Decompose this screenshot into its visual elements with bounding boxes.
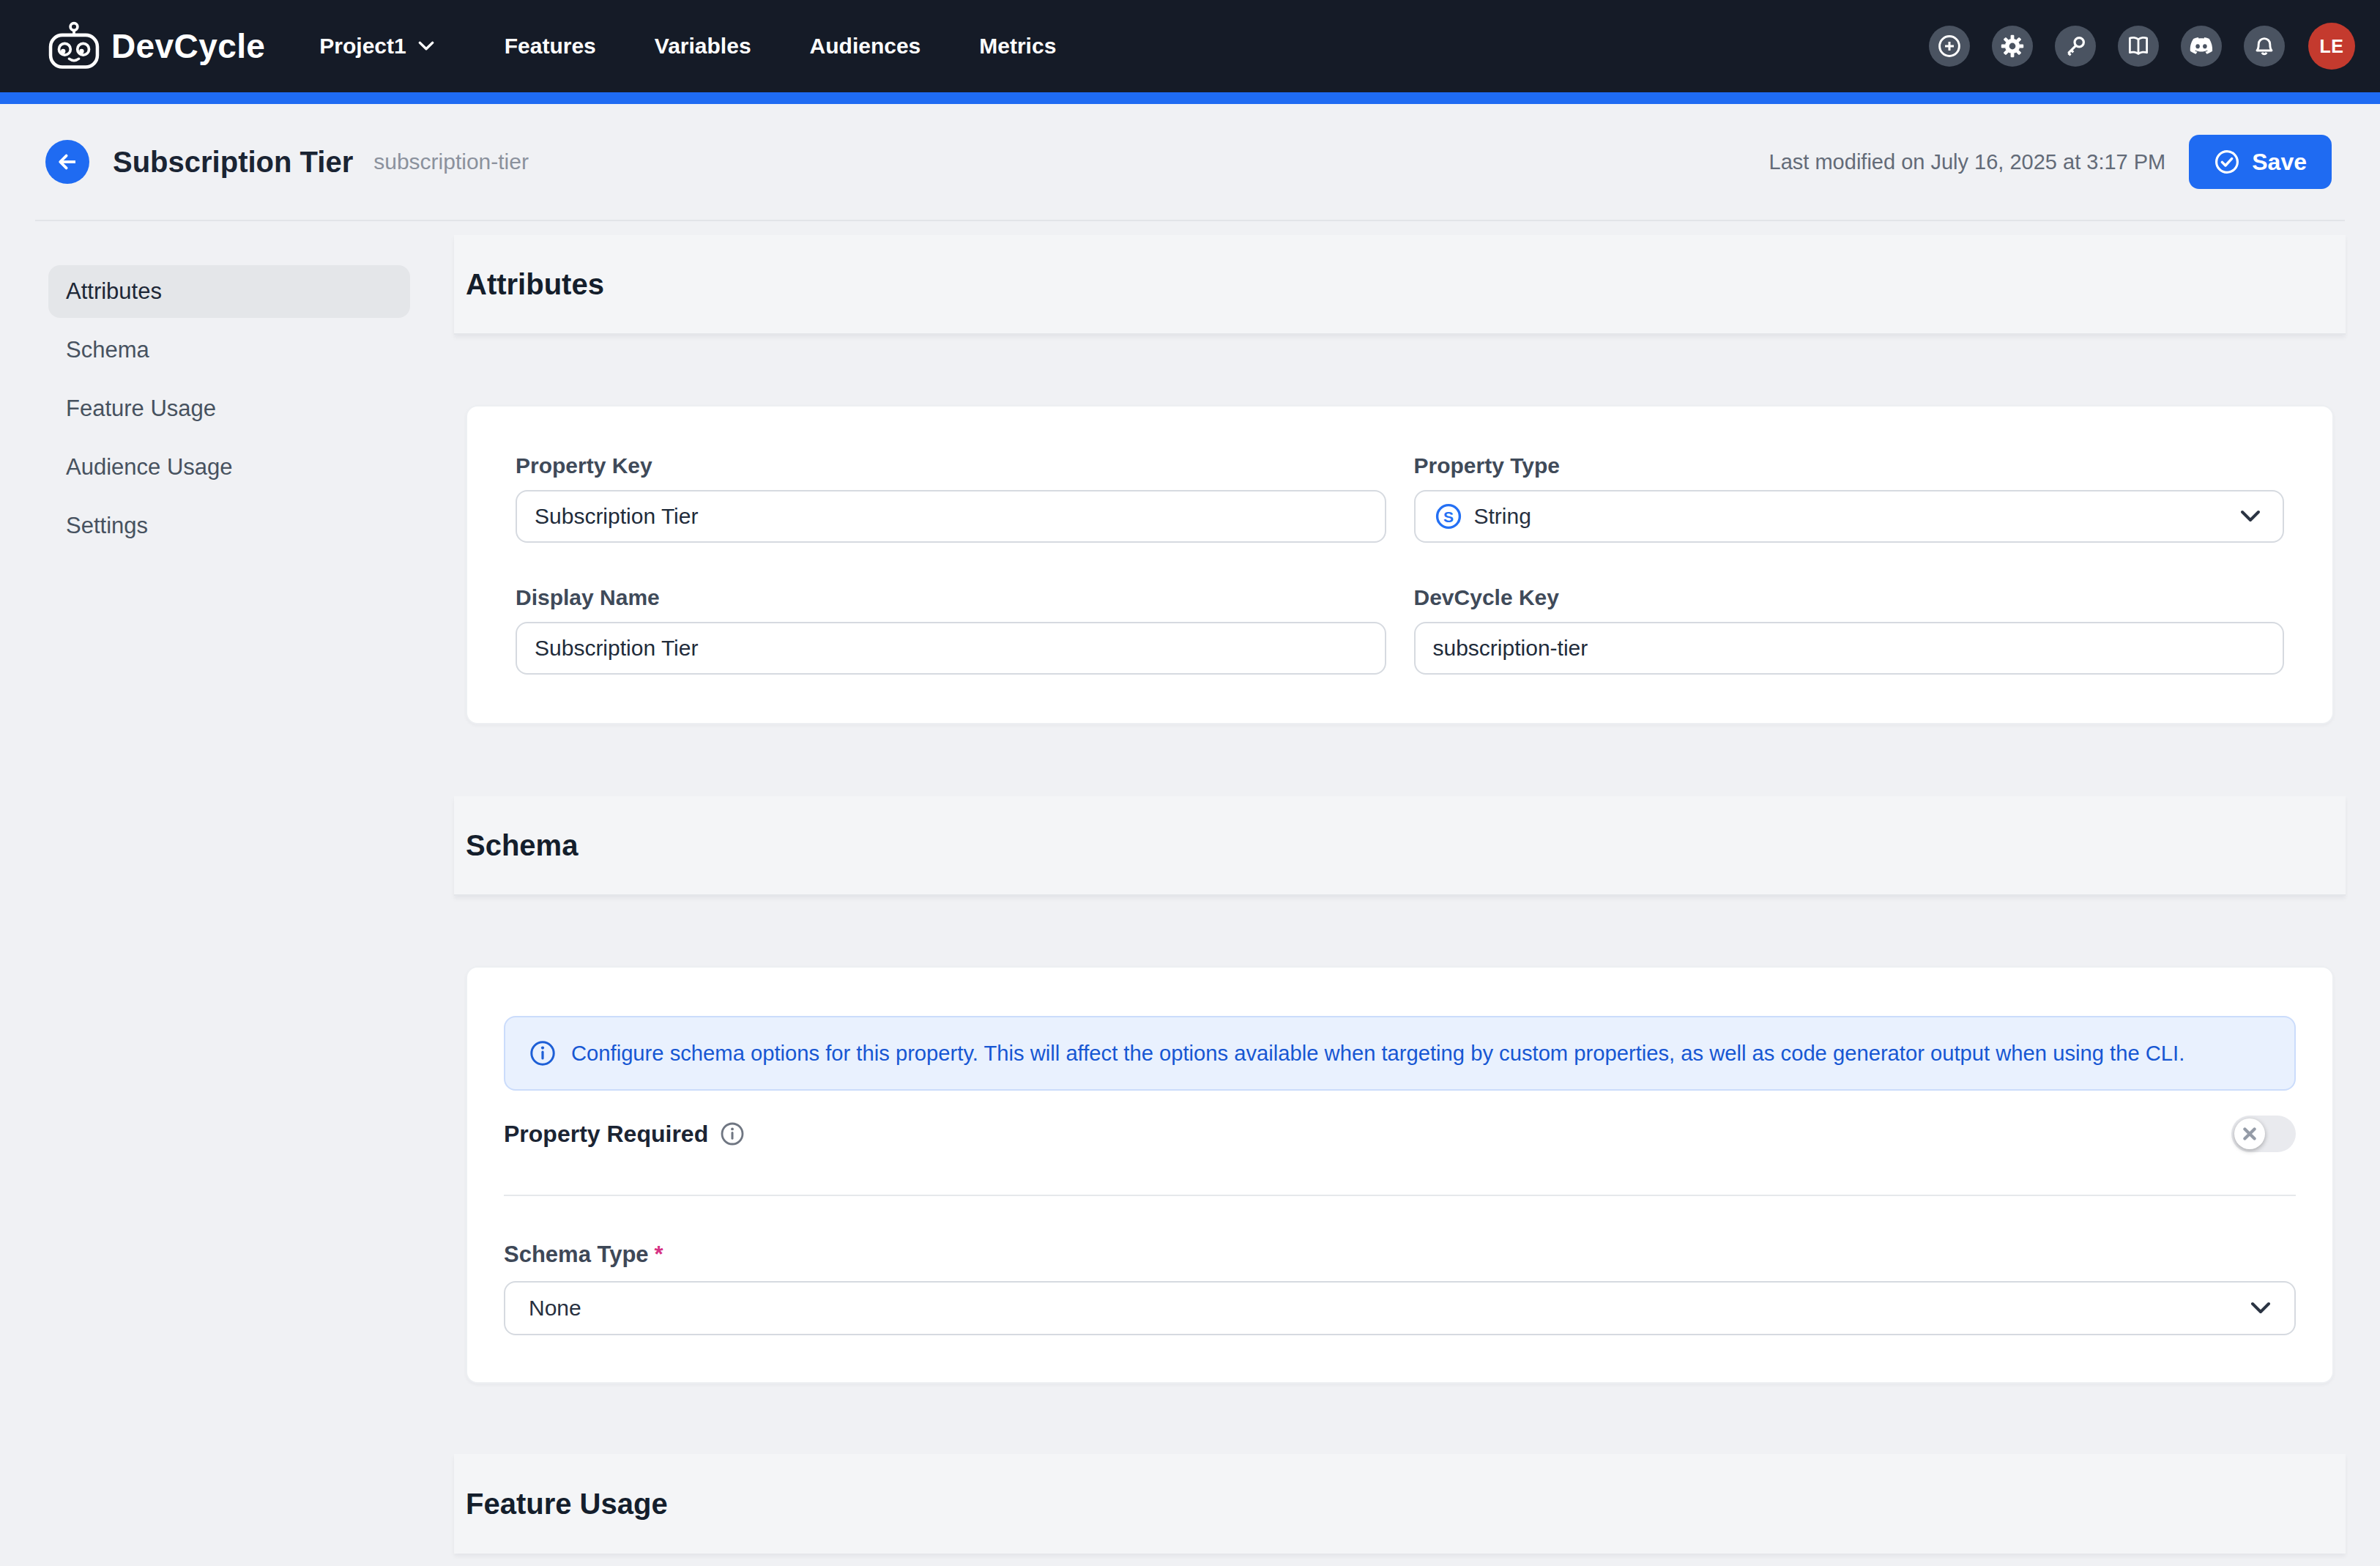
property-type-label: Property Type <box>1414 453 2285 478</box>
navbar-actions: LE <box>1907 23 2355 70</box>
schema-type-value: None <box>529 1296 581 1321</box>
schema-type-select[interactable]: None <box>504 1281 2296 1335</box>
sidebar-item-schema[interactable]: Schema <box>48 324 410 376</box>
devcycle-key-label: DevCycle Key <box>1414 585 2285 610</box>
page-title: Subscription Tier <box>113 146 353 179</box>
devcycle-key-input[interactable] <box>1414 622 2285 675</box>
devcycle-logo-icon <box>47 21 101 71</box>
project-selector[interactable]: Project1 <box>319 34 434 59</box>
info-icon <box>529 1039 557 1067</box>
chevron-down-icon <box>418 41 434 51</box>
schema-type-label: Schema Type* <box>504 1242 2296 1268</box>
nav-metrics[interactable]: Metrics <box>979 34 1056 59</box>
accent-bar <box>0 92 2380 104</box>
notifications-button[interactable] <box>2244 26 2285 67</box>
user-avatar[interactable]: LE <box>2308 23 2355 70</box>
property-required-label: Property Required <box>504 1121 708 1148</box>
string-type-icon: S <box>1435 502 1462 530</box>
devcycle-key-field: DevCycle Key <box>1414 585 2285 675</box>
avatar-initials: LE <box>2319 36 2343 57</box>
last-modified-text: Last modified on July 16, 2025 at 3:17 P… <box>1769 150 2166 174</box>
key-icon <box>2064 34 2087 58</box>
logo-text: DevCycle <box>111 26 265 66</box>
sidebar: Attributes Schema Feature Usage Audience… <box>0 221 454 558</box>
required-asterisk: * <box>655 1242 663 1267</box>
chevron-down-icon <box>2240 510 2261 523</box>
schema-info-alert: Configure schema options for this proper… <box>504 1016 2296 1091</box>
docs-button[interactable] <box>2118 26 2159 67</box>
sidebar-item-settings[interactable]: Settings <box>48 500 410 552</box>
chevron-down-icon <box>2250 1302 2271 1315</box>
page-header: Subscription Tier subscription-tier Last… <box>0 104 2380 220</box>
discord-icon <box>2189 34 2214 59</box>
bell-icon <box>2253 34 2276 58</box>
arrow-left-icon <box>56 152 78 172</box>
info-icon[interactable] <box>720 1121 745 1146</box>
discord-button[interactable] <box>2181 26 2222 67</box>
property-required-toggle[interactable] <box>2231 1116 2296 1152</box>
display-name-input[interactable] <box>516 622 1386 675</box>
property-key-input[interactable] <box>516 490 1386 543</box>
x-icon <box>2243 1127 2256 1140</box>
sidebar-item-feature-usage[interactable]: Feature Usage <box>48 382 410 435</box>
gear-icon <box>2001 34 2024 58</box>
property-key-field: Property Key <box>516 453 1386 543</box>
property-key-label: Property Key <box>516 453 1386 478</box>
nav-audiences[interactable]: Audiences <box>810 34 921 59</box>
save-label: Save <box>2252 149 2307 176</box>
nav-features[interactable]: Features <box>505 34 596 59</box>
create-button[interactable] <box>1929 26 1970 67</box>
primary-nav: Features Variables Audiences Metrics <box>505 34 1057 59</box>
devcycle-logo: DevCycle <box>47 21 265 71</box>
attributes-card: Property Key Property Type S String <box>466 405 2334 724</box>
schema-alert-text: Configure schema options for this proper… <box>571 1042 2184 1066</box>
attributes-heading: Attributes <box>466 268 604 301</box>
svg-text:S: S <box>1443 508 1453 525</box>
schema-card-divider <box>504 1195 2296 1196</box>
check-circle-icon <box>2214 149 2240 175</box>
section-heading-feature-usage: Feature Usage <box>454 1454 2346 1554</box>
section-heading-attributes: Attributes <box>454 235 2346 335</box>
nav-variables[interactable]: Variables <box>655 34 751 59</box>
section-heading-schema: Schema <box>454 796 2346 896</box>
plus-circle-icon <box>1938 34 1961 58</box>
schema-heading: Schema <box>466 829 578 862</box>
property-required-row: Property Required <box>504 1116 2296 1152</box>
toggle-knob <box>2234 1118 2265 1149</box>
page-key: subscription-tier <box>373 149 529 174</box>
property-type-select[interactable]: S String <box>1414 490 2285 543</box>
api-keys-button[interactable] <box>2055 26 2096 67</box>
main-content: Attributes Property Key Property Type S <box>454 221 2346 1554</box>
sidebar-item-audience-usage[interactable]: Audience Usage <box>48 441 410 494</box>
book-icon <box>2127 34 2150 58</box>
schema-card: Configure schema options for this proper… <box>466 966 2334 1384</box>
settings-button[interactable] <box>1992 26 2033 67</box>
display-name-field: Display Name <box>516 585 1386 675</box>
property-type-value: String <box>1474 504 1531 529</box>
feature-usage-heading: Feature Usage <box>466 1488 668 1521</box>
property-type-field: Property Type S String <box>1414 453 2285 543</box>
top-navbar: DevCycle Project1 Features Variables Aud… <box>0 0 2380 92</box>
back-button[interactable] <box>45 140 89 184</box>
display-name-label: Display Name <box>516 585 1386 610</box>
save-button[interactable]: Save <box>2189 135 2332 189</box>
project-label: Project1 <box>319 34 406 59</box>
sidebar-item-attributes[interactable]: Attributes <box>48 265 410 318</box>
